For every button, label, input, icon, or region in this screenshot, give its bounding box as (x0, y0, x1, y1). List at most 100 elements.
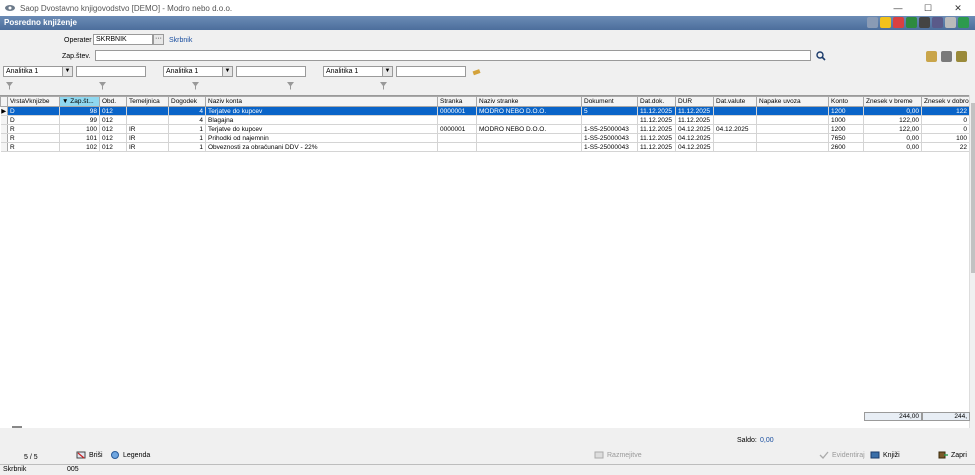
table-cell[interactable]: D (7, 106, 60, 116)
table-cell[interactable] (713, 142, 757, 152)
table-cell[interactable]: 0000001 (437, 124, 477, 134)
analitika-2-select[interactable]: Analitika 1 ▼ (163, 66, 233, 77)
table-cell[interactable] (756, 142, 829, 152)
table-cell[interactable]: IR (126, 124, 169, 134)
table-cell[interactable] (756, 115, 829, 125)
col-obd[interactable]: Obd. (99, 96, 127, 107)
table-cell[interactable]: 11.12.2025 (675, 115, 714, 125)
col-datdok[interactable]: Dat.dok. (637, 96, 676, 107)
table-cell[interactable]: 99 (59, 115, 100, 125)
table-cell[interactable]: 0,00 (863, 142, 922, 152)
table-cell[interactable]: 04.12.2025 (675, 124, 714, 134)
table-cell[interactable]: Blagajna (205, 115, 438, 125)
table-cell[interactable]: 1200 (828, 124, 864, 134)
minimize-button[interactable]: — (883, 0, 913, 16)
analitika-3-value[interactable] (396, 66, 466, 77)
table-cell[interactable]: 122,00 (863, 115, 922, 125)
table-cell[interactable] (126, 106, 169, 116)
table-cell[interactable]: 04.12.2025 (713, 124, 757, 134)
row-indicator[interactable] (0, 133, 8, 143)
row-indicator[interactable] (0, 115, 8, 125)
table-cell[interactable]: Prihodki od najemnin (205, 133, 438, 143)
zapstev-input[interactable] (95, 50, 811, 61)
table-row[interactable]: R 100 012 IR 1 Terjatve do kupcev 0000001 MODRO… (0, 124, 970, 134)
col-dokument[interactable]: Dokument (581, 96, 638, 107)
table-cell[interactable]: 2600 (828, 142, 864, 152)
table-row[interactable]: D 99 012 4 Blagajna 11.12.2025 11.12.2025 1000 1… (0, 115, 970, 125)
table-cell[interactable]: 0,00 (863, 133, 922, 143)
table-cell[interactable]: 0 (921, 124, 970, 134)
table-cell[interactable]: 98 (59, 106, 100, 116)
col-dogodek[interactable]: Dogodek (168, 96, 206, 107)
table-cell[interactable] (437, 115, 477, 125)
search-icon[interactable] (816, 51, 826, 61)
col-znesek-breme[interactable]: Znesek v breme (863, 96, 922, 107)
filter-icon[interactable] (6, 82, 15, 90)
table-row[interactable]: R 101 012 IR 1 Prihodki od najemnin 1-S5-25000… (0, 133, 970, 143)
table-cell[interactable]: 012 (99, 115, 127, 125)
new-icon[interactable] (926, 51, 937, 62)
col-napake-uvoza[interactable]: Napake uvoza (756, 96, 829, 107)
table-cell[interactable]: 1 (168, 124, 206, 134)
table-cell[interactable]: 012 (99, 106, 127, 116)
table-cell[interactable]: 7650 (828, 133, 864, 143)
filter-icon[interactable] (192, 82, 201, 90)
star-icon[interactable] (880, 17, 891, 28)
filter-icon[interactable] (99, 82, 108, 90)
table-cell[interactable] (756, 133, 829, 143)
table-cell[interactable]: IR (126, 142, 169, 152)
col-naziv-konta[interactable]: Naziv konta (205, 96, 438, 107)
col-dur[interactable]: DUR (675, 96, 714, 107)
table-cell[interactable]: Terjatve do kupcev (205, 124, 438, 134)
table-cell[interactable]: 012 (99, 142, 127, 152)
table-cell[interactable]: 4 (168, 115, 206, 125)
table-cell[interactable] (713, 115, 757, 125)
table-cell[interactable] (476, 133, 582, 143)
table-cell[interactable]: IR (126, 133, 169, 143)
table-cell[interactable]: 11.12.2025 (675, 106, 714, 116)
close-button[interactable]: ✕ (943, 0, 973, 16)
col-naziv-stranke[interactable]: Naziv stranke (476, 96, 582, 107)
analitika-1-value[interactable] (76, 66, 146, 77)
print-icon[interactable] (919, 17, 930, 28)
table-cell[interactable]: 1 (168, 133, 206, 143)
table-cell[interactable]: R (7, 133, 60, 143)
table-cell[interactable]: 04.12.2025 (675, 133, 714, 143)
zapri-button[interactable]: Zapri (938, 451, 967, 459)
col-konto[interactable]: Konto (828, 96, 864, 107)
col-stranka[interactable]: Stranka (437, 96, 477, 107)
table-cell[interactable]: 102 (59, 142, 100, 152)
table-cell[interactable]: MODRO NEBO D.O.O. (476, 124, 582, 134)
table-cell[interactable]: Obveznosti za obračunani DDV - 22% (205, 142, 438, 152)
table-cell[interactable]: 122,00 (863, 124, 922, 134)
window-icon[interactable] (867, 17, 878, 28)
table-cell[interactable]: 11.12.2025 (637, 142, 676, 152)
table-cell[interactable]: 1000 (828, 115, 864, 125)
excel-icon[interactable] (906, 17, 917, 28)
copy-icon[interactable] (932, 17, 943, 28)
table-cell[interactable]: 0,00 (863, 106, 922, 116)
table-cell[interactable] (713, 106, 757, 116)
table-cell[interactable] (756, 124, 829, 134)
row-indicator[interactable] (0, 124, 8, 134)
maximize-button[interactable]: ☐ (913, 0, 943, 16)
legenda-button[interactable]: Legenda (110, 451, 150, 459)
checklist-icon[interactable] (956, 51, 967, 62)
table-cell[interactable]: 1-S5-25000043 (581, 124, 638, 134)
table-cell[interactable]: 11.12.2025 (637, 115, 676, 125)
vertical-scrollbar[interactable] (969, 95, 975, 428)
table-cell[interactable]: D (7, 115, 60, 125)
table-cell[interactable]: 100 (921, 133, 970, 143)
col-datvalute[interactable]: Dat.valute (713, 96, 757, 107)
operater-input[interactable]: SKRBNIK (93, 34, 153, 45)
scroll-thumb[interactable] (971, 103, 975, 273)
horizontal-scroll-thumb[interactable] (12, 426, 22, 428)
table-cell[interactable]: R (7, 142, 60, 152)
table-cell[interactable]: Terjatve do kupcev (205, 106, 438, 116)
analitika-1-select[interactable]: Analitika 1 ▼ (3, 66, 73, 77)
table-cell[interactable]: 0000001 (437, 106, 477, 116)
table-cell[interactable] (476, 115, 582, 125)
knjizi-button[interactable]: Knjiži (870, 451, 900, 459)
table-cell[interactable]: MODRO NEBO D.O.O. (476, 106, 582, 116)
table-cell[interactable] (126, 115, 169, 125)
